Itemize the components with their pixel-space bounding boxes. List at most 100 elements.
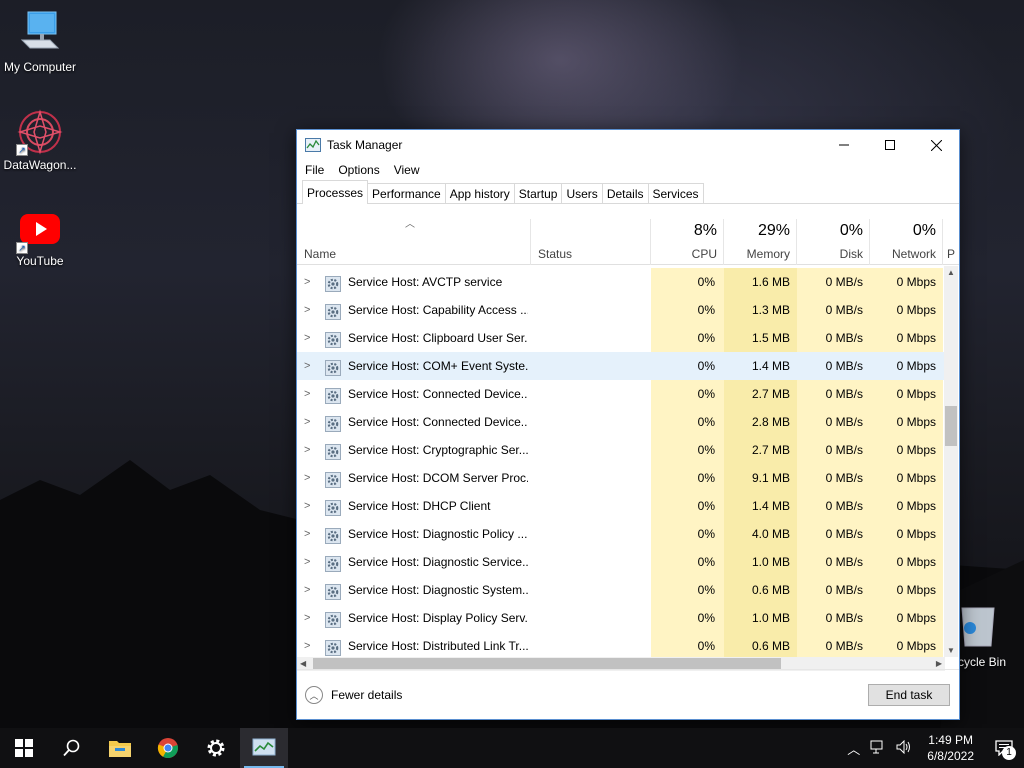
table-row[interactable]: > Service Host: Connected Device... 0% 2.8 … (297, 408, 945, 436)
process-status (531, 380, 651, 408)
table-row[interactable]: > Service Host: Distributed Link Tr... 0% 0… (297, 632, 945, 657)
process-memory: 1.4 MB (724, 492, 797, 520)
expand-chevron-icon[interactable]: > (304, 408, 314, 436)
table-row[interactable]: > Service Host: Capability Access ... 0% 1.… (297, 296, 945, 324)
menu-options[interactable]: Options (333, 163, 384, 177)
tab-details[interactable]: Details (601, 183, 649, 203)
tab-app-history[interactable]: App history (444, 183, 515, 203)
table-row[interactable]: > Service Host: DHCP Client 0% 1.4 MB 0 MB/s… (297, 492, 945, 520)
chevron-up-icon[interactable]: ︿ (842, 739, 865, 758)
scroll-left-icon[interactable]: ◀ (300, 659, 306, 668)
search-icon (63, 739, 80, 757)
table-row[interactable]: > Service Host: Display Policy Serv... 0% 1… (297, 604, 945, 632)
notification-center-button[interactable]: 1 (984, 728, 1024, 768)
search-button[interactable] (48, 728, 96, 768)
scroll-right-icon[interactable]: ▶ (936, 659, 942, 668)
expand-chevron-icon[interactable]: > (304, 380, 314, 408)
service-host-gear-icon (325, 442, 341, 460)
expand-chevron-icon[interactable]: > (304, 492, 314, 520)
column-header-name[interactable]: ︿ Name (297, 219, 531, 265)
table-row[interactable]: > Service Host: Diagnostic Policy ... 0% 4.… (297, 520, 945, 548)
maximize-button[interactable] (867, 130, 913, 160)
youtube-icon: ↗ (16, 210, 64, 258)
process-cpu: 0% (651, 604, 724, 632)
fewer-details-button[interactable]: ︿ Fewer details (305, 686, 402, 704)
chevron-up-icon: ︿ (305, 686, 323, 704)
column-header-power[interactable]: P (943, 219, 959, 265)
desktop-icon-recycle-bin[interactable]: cycle Bin (958, 602, 1024, 672)
process-disk: 0 MB/s (797, 632, 870, 657)
taskbar-file-explorer[interactable] (96, 728, 144, 768)
table-row[interactable]: > Service Host: AVCTP service 0% 1.6 MB 0 MB… (297, 268, 945, 296)
minimize-button[interactable] (821, 130, 867, 160)
notification-badge: 1 (1002, 746, 1016, 760)
tab-startup[interactable]: Startup (513, 183, 563, 203)
process-cpu: 0% (651, 492, 724, 520)
process-cpu: 0% (651, 632, 724, 657)
expand-chevron-icon[interactable]: > (304, 352, 314, 380)
folder-icon (109, 741, 131, 757)
expand-chevron-icon[interactable]: > (304, 604, 314, 632)
desktop-icon-label: My Computer (3, 60, 77, 74)
process-cpu: 0% (651, 296, 724, 324)
taskbar-chrome[interactable] (144, 728, 192, 768)
end-task-button[interactable]: End task (868, 684, 950, 706)
desktop-icon-my-computer[interactable]: My Computer (0, 10, 80, 74)
expand-chevron-icon[interactable]: > (304, 324, 314, 352)
expand-chevron-icon[interactable]: > (304, 632, 314, 657)
expand-chevron-icon[interactable]: > (304, 576, 314, 604)
expand-chevron-icon[interactable]: > (304, 548, 314, 576)
taskbar-task-manager[interactable] (240, 728, 288, 768)
column-header-network[interactable]: 0% Network (870, 219, 943, 265)
column-header-memory[interactable]: 29% Memory (724, 219, 797, 265)
network-icon[interactable] (865, 740, 891, 757)
scroll-up-icon[interactable]: ▲ (947, 268, 955, 277)
menu-bar: File Options View (297, 160, 959, 180)
window-title: Task Manager (327, 138, 403, 152)
desktop-icon-datawagon[interactable]: ↗ DataWagon... (0, 108, 80, 172)
tab-performance[interactable]: Performance (367, 183, 446, 203)
process-memory: 1.0 MB (724, 548, 797, 576)
process-memory: 4.0 MB (724, 520, 797, 548)
expand-chevron-icon[interactable]: > (304, 296, 314, 324)
clock-date: 6/8/2022 (927, 749, 974, 763)
menu-view[interactable]: View (389, 163, 425, 177)
menu-file[interactable]: File (300, 163, 329, 177)
close-icon (930, 139, 942, 151)
process-table: ︿ Name Status 8% CPU 29% Memory 0% Disk … (297, 205, 959, 673)
process-cpu: 0% (651, 268, 724, 296)
table-row[interactable]: > Service Host: COM+ Event Syste... 0% 1.4 … (297, 352, 945, 380)
process-disk: 0 MB/s (797, 380, 870, 408)
table-row[interactable]: > Service Host: Clipboard User Ser... 0% 1.… (297, 324, 945, 352)
table-row[interactable]: > Service Host: DCOM Server Proc... 0% 9.1 … (297, 464, 945, 492)
table-row[interactable]: > Service Host: Diagnostic Service... 0% 1.… (297, 548, 945, 576)
service-host-gear-icon (325, 638, 341, 656)
taskbar-settings[interactable] (192, 728, 240, 768)
column-header-cpu[interactable]: 8% CPU (651, 219, 724, 265)
process-status (531, 604, 651, 632)
close-button[interactable] (913, 130, 959, 160)
expand-chevron-icon[interactable]: > (304, 268, 314, 296)
column-header-status[interactable]: Status (531, 219, 651, 265)
table-row[interactable]: > Service Host: Connected Device... 0% 2.7 … (297, 380, 945, 408)
start-button[interactable] (0, 728, 48, 768)
title-bar[interactable]: Task Manager (297, 130, 959, 160)
column-header-disk[interactable]: 0% Disk (797, 219, 870, 265)
vertical-scroll-thumb[interactable] (945, 406, 957, 446)
volume-icon[interactable] (891, 739, 917, 757)
tab-users[interactable]: Users (561, 183, 603, 203)
table-row[interactable]: > Service Host: Cryptographic Ser... 0% 2.7… (297, 436, 945, 464)
tab-services[interactable]: Services (647, 183, 704, 203)
process-memory: 1.4 MB (751, 359, 790, 373)
process-status (531, 268, 651, 296)
expand-chevron-icon[interactable]: > (304, 464, 314, 492)
clock[interactable]: 1:49 PM 6/8/2022 (917, 732, 984, 764)
vertical-scrollbar[interactable]: ▲ ▼ (944, 266, 958, 657)
expand-chevron-icon[interactable]: > (304, 436, 314, 464)
desktop-icon-youtube[interactable]: ↗ YouTube (0, 210, 80, 268)
tab-processes[interactable]: Processes (302, 180, 369, 204)
table-row[interactable]: > Service Host: Diagnostic System... 0% 0.6… (297, 576, 945, 604)
expand-chevron-icon[interactable]: > (304, 520, 314, 548)
scroll-down-icon[interactable]: ▼ (947, 646, 955, 655)
fewer-details-label: Fewer details (331, 688, 403, 702)
